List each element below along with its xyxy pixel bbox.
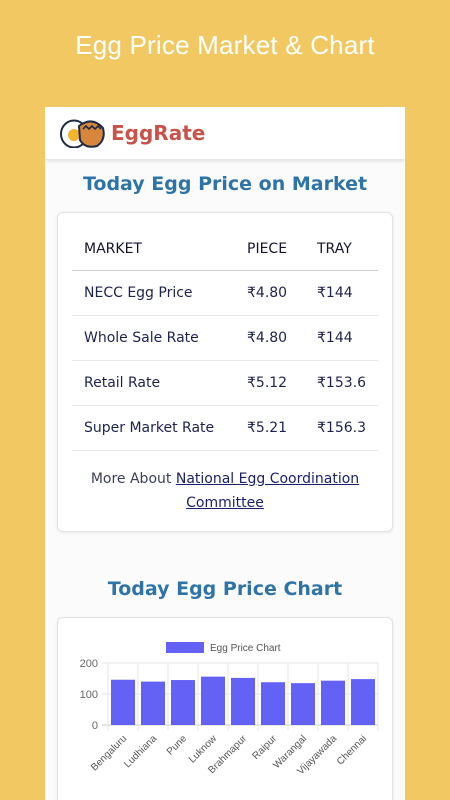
piece-price: ₹4.80 (247, 315, 317, 361)
market-title: Today Egg Price on Market (82, 173, 368, 195)
y-tick-label: 0 (92, 720, 98, 732)
tray-price: ₹144 (317, 270, 378, 316)
app-name: EggRate (111, 121, 206, 145)
bar (141, 681, 165, 725)
header-piece: PIECE (247, 227, 317, 271)
y-tick-label: 200 (80, 658, 98, 670)
table-row: Whole Sale Rate ₹4.80 ₹144 (72, 315, 378, 361)
legend-label: Egg Price Chart (210, 643, 281, 654)
table-row: Super Market Rate ₹5.21 ₹156.3 (72, 405, 378, 451)
tray-price: ₹144 (317, 315, 378, 361)
piece-price: ₹5.21 (247, 405, 317, 451)
bar (291, 683, 315, 725)
chart-title: Today Egg Price Chart (107, 578, 343, 600)
x-tick-label: Pune (165, 733, 190, 758)
price-bar-chart: Egg Price Chart 0 100 200 BengaluruLudhiana P… (80, 642, 379, 777)
market-name: Whole Sale Rate (72, 315, 247, 361)
y-tick-label: 100 (80, 689, 98, 701)
bar (321, 680, 345, 725)
bar (171, 680, 195, 725)
x-tick-label: Bengaluru (89, 733, 129, 773)
market-name: Super Market Rate (72, 405, 247, 451)
legend-swatch (166, 642, 204, 653)
piece-price: ₹4.80 (247, 270, 317, 316)
price-table: MARKET PIECE TRAY NECC Egg Price ₹4.80 ₹… (72, 227, 378, 451)
phone-screen: EggRate Today Egg Price on Market MARKET… (45, 107, 405, 800)
more-about-text: More About (90, 471, 172, 487)
eggs-icon (60, 119, 105, 148)
bar (351, 679, 375, 725)
header-market: MARKET (72, 227, 247, 271)
bar (261, 682, 285, 725)
app-bar: EggRate (45, 107, 405, 159)
chart-card: Egg Price Chart 0 100 200 Bengaluru Ludhiana P… (57, 617, 393, 800)
market-name: NECC Egg Price (72, 270, 247, 316)
table-header-row: MARKET PIECE TRAY (72, 227, 378, 271)
tray-price: ₹156.3 (317, 405, 378, 451)
tray-price: ₹153.6 (317, 360, 378, 406)
piece-price: ₹5.12 (247, 360, 317, 406)
bar (231, 677, 255, 725)
market-name: Retail Rate (72, 360, 247, 406)
banner-title: Egg Price Market & Chart (75, 30, 375, 60)
market-card: MARKET PIECE TRAY NECC Egg Price ₹4.80 ₹… (57, 212, 393, 532)
x-tick-label: Ludhiana (122, 733, 159, 770)
necc-link[interactable]: National Egg Coordination Committee (176, 471, 359, 511)
bar (201, 676, 225, 725)
x-tick-label: Raipur (251, 733, 280, 762)
more-about: More About National Egg Coordination Com… (72, 467, 378, 515)
table-row: NECC Egg Price ₹4.80 ₹144 (72, 270, 378, 316)
table-row: Retail Rate ₹5.12 ₹153.6 (72, 360, 378, 406)
x-tick-label: Chennai (335, 733, 369, 767)
bar (111, 679, 135, 725)
header-tray: TRAY (317, 227, 378, 271)
